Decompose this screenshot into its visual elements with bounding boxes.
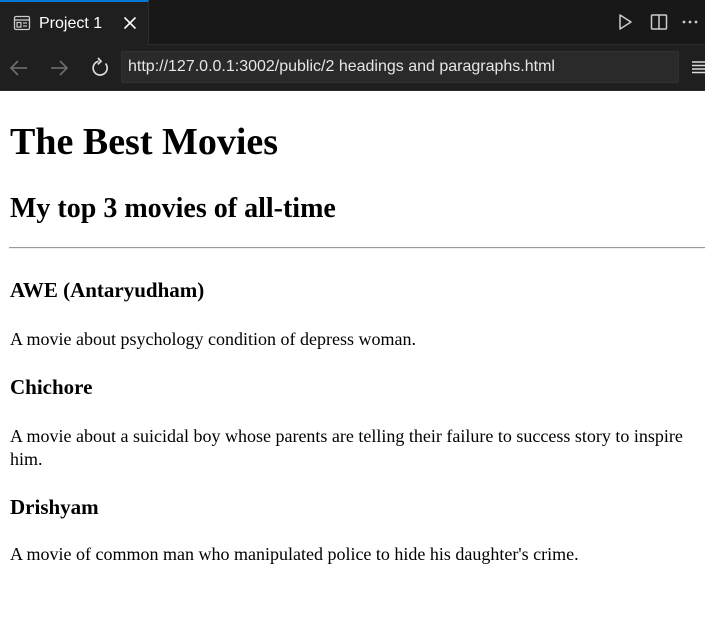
close-icon[interactable] [120,13,140,33]
page-title: The Best Movies [10,121,279,163]
movie-description-chichore: A movie about a suicidal boy whose paren… [10,426,683,469]
more-actions-icon[interactable] [680,12,700,32]
movie-title-awe: AWE (Antaryudham) [10,278,205,302]
url-input[interactable]: http://127.0.0.1:3002/public/2 headings … [121,51,679,83]
page-subtitle: My top 3 movies of all-time [10,193,336,224]
tab-title: Project 1 [39,15,103,32]
reload-icon[interactable] [89,57,111,79]
divider [9,247,705,249]
menu-icon[interactable] [690,57,705,77]
arrow-right-icon[interactable] [48,57,70,79]
movie-title-drishyam: Drishyam [10,495,99,519]
page-content: The Best Movies My top 3 movies of all-t… [0,91,705,635]
tab-bar: Project 1 [0,0,705,45]
tab-project-1[interactable]: Project 1 [0,0,149,45]
movie-description-awe: A movie about psychology condition of de… [10,329,416,349]
movie-title-chichore: Chichore [10,375,93,399]
preview-icon [13,14,31,32]
movie-description-drishyam: A movie of common man who manipulated po… [10,544,579,564]
address-bar: http://127.0.0.1:3002/public/2 headings … [0,45,705,91]
run-icon[interactable] [615,12,635,32]
split-editor-icon[interactable] [649,12,669,32]
arrow-left-icon[interactable] [8,57,30,79]
